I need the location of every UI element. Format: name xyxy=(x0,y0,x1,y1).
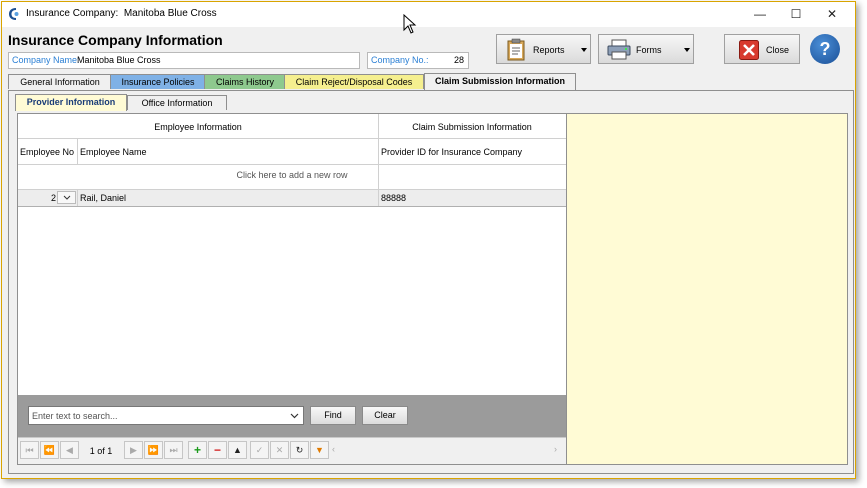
tab-panel: Provider Information Office Information … xyxy=(8,90,854,474)
app-logo-icon xyxy=(9,8,19,20)
column-header-employee-name[interactable]: Employee Name xyxy=(80,147,147,157)
close-window-button[interactable]: ✕ xyxy=(814,2,850,27)
band-employee-information: Employee Information xyxy=(154,122,242,132)
add-new-row[interactable]: Click here to add a new row xyxy=(18,170,566,180)
column-header-provider-id[interactable]: Provider ID for Insurance Company xyxy=(381,147,522,157)
table-row[interactable]: 2 Rail, Daniel 88888 xyxy=(18,190,566,206)
main-window: Insurance Company: Manitoba Blue Cross —… xyxy=(1,1,856,479)
tab-claim-submission-information[interactable]: Claim Submission Information xyxy=(424,73,576,90)
tab-general-information[interactable]: General Information xyxy=(8,74,112,89)
first-page-icon[interactable]: ⏮ xyxy=(20,441,39,459)
page-title: Insurance Company Information xyxy=(8,32,223,48)
row-underline xyxy=(18,206,566,207)
next-page-icon[interactable]: ⏩ xyxy=(144,441,163,459)
provider-grid: Employee Information Claim Submission In… xyxy=(17,113,567,465)
forms-dropdown-icon xyxy=(684,48,690,52)
band-claim-submission: Claim Submission Information xyxy=(412,122,532,132)
row-divider-1 xyxy=(77,190,78,206)
cell-employee-name: Rail, Daniel xyxy=(80,193,127,203)
company-no-field[interactable]: Company No.: 28 xyxy=(367,52,469,69)
cancel-edit-icon[interactable]: ✕ xyxy=(270,441,289,459)
tab-claims-history[interactable]: Claims History xyxy=(204,74,286,89)
company-name-value: Manitoba Blue Cross xyxy=(77,55,161,65)
forms-button[interactable]: Forms xyxy=(598,34,694,64)
search-input[interactable]: Enter text to search... xyxy=(28,406,304,425)
close-button[interactable]: Close xyxy=(724,34,800,64)
tab-insurance-policies[interactable]: Insurance Policies xyxy=(110,74,206,89)
search-placeholder: Enter text to search... xyxy=(32,411,118,421)
reports-button[interactable]: Reports xyxy=(496,34,591,64)
next-record-icon[interactable]: ▶ xyxy=(124,441,143,459)
subtab-provider-information[interactable]: Provider Information xyxy=(15,94,127,111)
company-no-label: Company No.: xyxy=(371,55,429,65)
band-underline xyxy=(18,138,566,139)
header-underline xyxy=(18,164,566,165)
minimize-button[interactable]: — xyxy=(742,2,778,27)
cell-provider-id: 88888 xyxy=(381,193,407,203)
reports-label: Reports xyxy=(533,45,565,55)
subtab-office-information[interactable]: Office Information xyxy=(127,95,227,110)
close-icon xyxy=(739,40,759,60)
forms-label: Forms xyxy=(636,45,662,55)
last-page-icon[interactable]: ⏭ xyxy=(164,441,183,459)
title-bar[interactable]: Insurance Company: Manitoba Blue Cross —… xyxy=(2,2,855,27)
page-indicator: 1 of 1 xyxy=(89,446,113,456)
add-record-icon[interactable]: + xyxy=(188,441,207,459)
company-name-field[interactable]: Company Name: Manitoba Blue Cross xyxy=(8,52,360,69)
cell-employee-no: 2 xyxy=(50,193,56,203)
window-title-prefix: Insurance Company: xyxy=(26,8,119,19)
scroll-right-icon[interactable]: › xyxy=(554,444,557,454)
refresh-icon[interactable]: ↻ xyxy=(290,441,309,459)
prev-record-icon[interactable]: ◀ xyxy=(60,441,79,459)
filter-icon[interactable]: ▼ xyxy=(310,441,329,459)
scroll-left-icon[interactable]: ‹ xyxy=(332,444,335,454)
delete-record-icon[interactable]: − xyxy=(208,441,227,459)
chevron-down-icon[interactable] xyxy=(290,413,299,419)
maximize-button[interactable]: ☐ xyxy=(778,2,814,27)
mouse-cursor-icon xyxy=(403,14,417,34)
search-bar: Enter text to search... Find Clear xyxy=(18,395,566,437)
header-divider xyxy=(77,138,78,164)
edit-record-icon[interactable]: ▲ xyxy=(228,441,247,459)
window-title: Insurance Company: Manitoba Blue Cross xyxy=(26,8,217,19)
detail-panel xyxy=(566,113,848,465)
employee-dropdown-button[interactable] xyxy=(57,191,76,204)
clear-button[interactable]: Clear xyxy=(362,406,408,425)
printer-icon xyxy=(607,39,631,60)
prev-page-icon[interactable]: ⏪ xyxy=(40,441,59,459)
record-navigator: ⏮ ⏪ ◀ 1 of 1 ▶ ⏩ ⏭ + − ▲ ✓ ✕ ↻ ▼ ‹ › xyxy=(18,437,566,464)
find-button[interactable]: Find xyxy=(310,406,356,425)
window-title-company: Manitoba Blue Cross xyxy=(123,8,217,19)
help-icon[interactable]: ? xyxy=(810,34,840,64)
reports-dropdown-icon xyxy=(581,48,587,52)
tab-claim-reject-codes[interactable]: Claim Reject/Disposal Codes xyxy=(284,74,424,89)
clipboard-icon xyxy=(507,38,525,61)
chevron-down-icon xyxy=(63,195,71,200)
column-header-employee-no[interactable]: Employee No xyxy=(20,147,74,157)
company-no-value: 28 xyxy=(453,55,464,65)
row-divider-2 xyxy=(378,190,379,206)
company-name-label: Company Name: xyxy=(12,55,80,65)
save-record-icon[interactable]: ✓ xyxy=(250,441,269,459)
close-label: Close xyxy=(766,45,790,55)
